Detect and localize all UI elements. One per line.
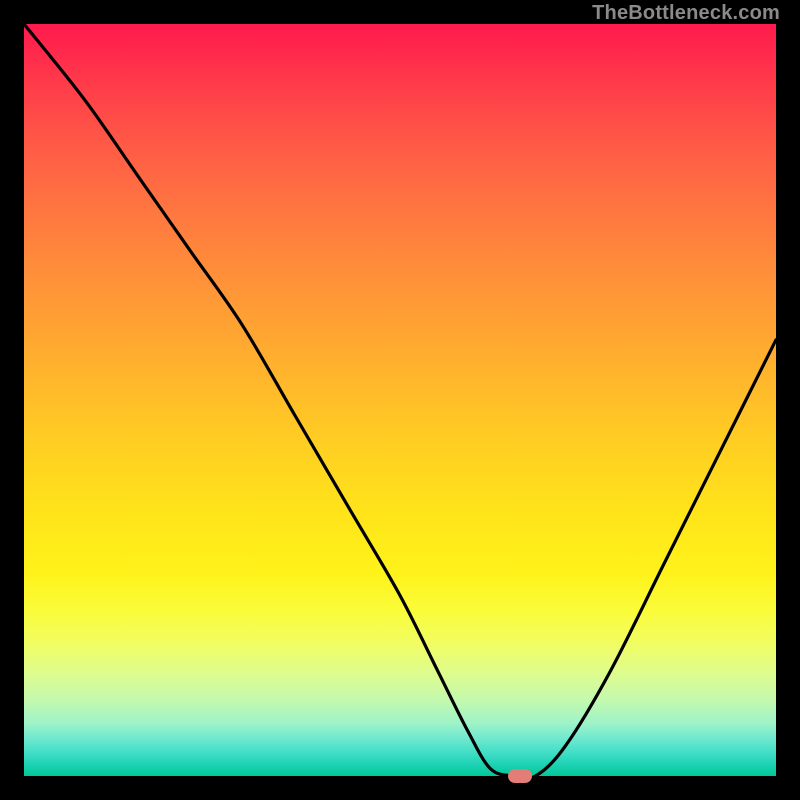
watermark-text: TheBottleneck.com — [592, 2, 780, 25]
curve-path — [24, 24, 776, 779]
chart-container: TheBottleneck.com — [0, 0, 800, 800]
optimal-point-marker — [508, 769, 532, 783]
bottleneck-curve — [24, 24, 776, 776]
